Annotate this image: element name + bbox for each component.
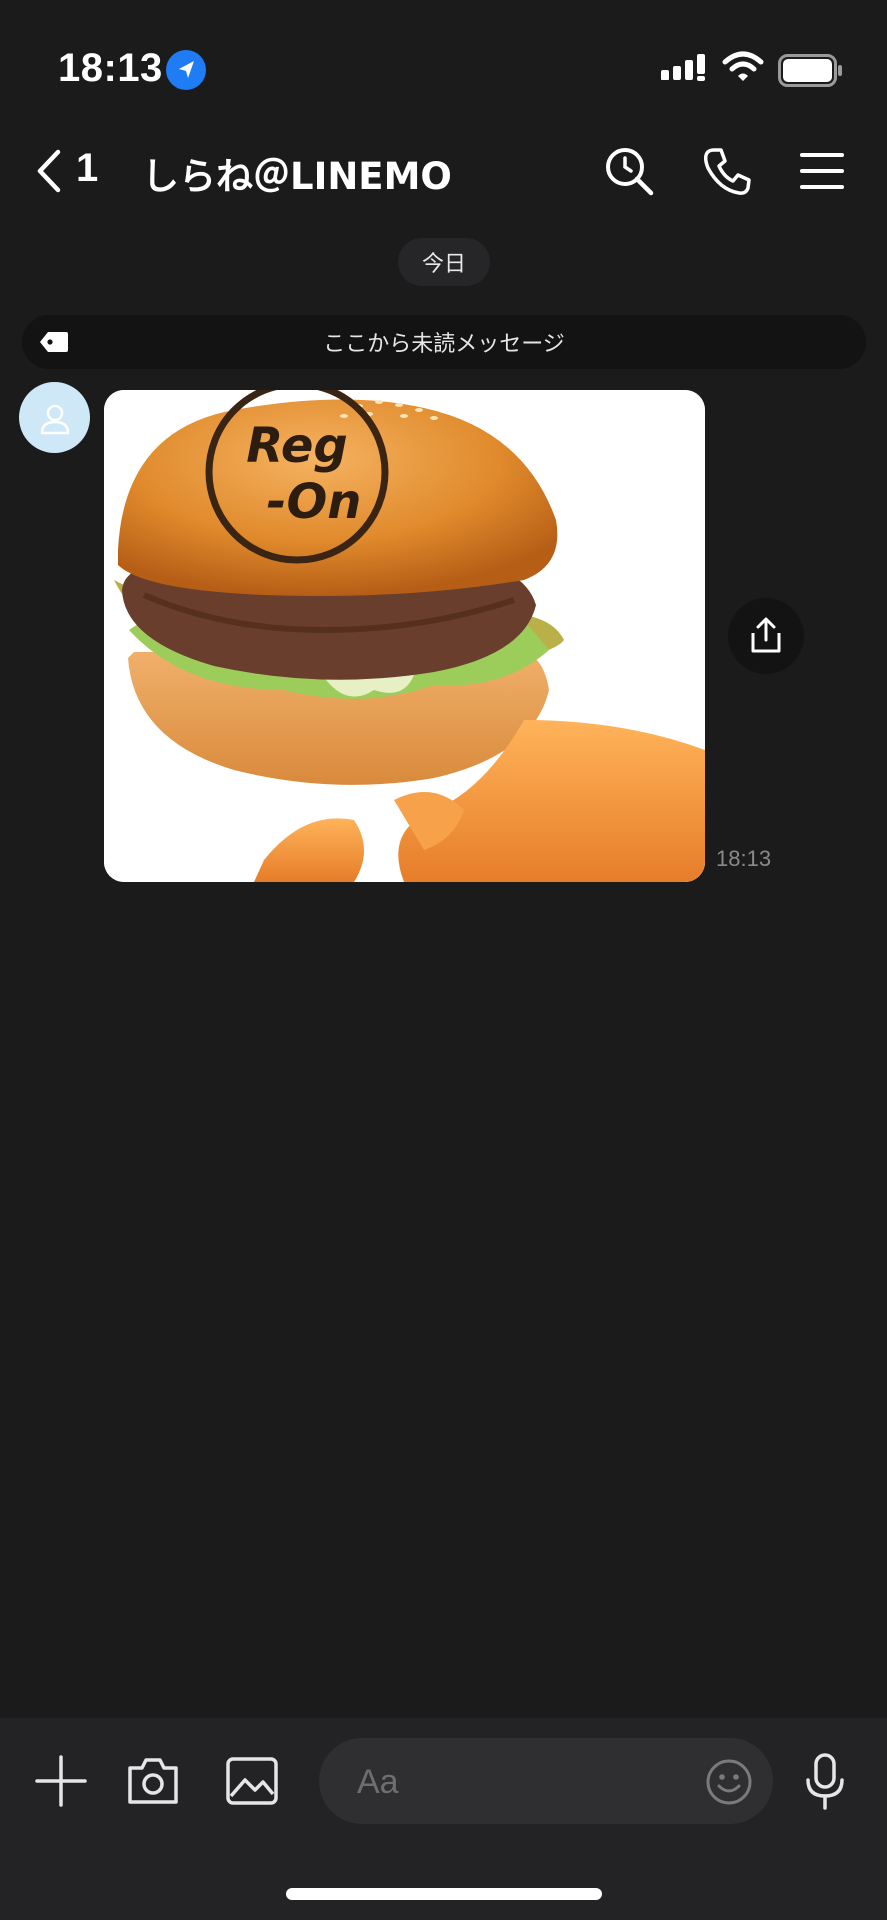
image-message[interactable]: Reg -On [104,390,705,882]
microphone-icon[interactable] [803,1752,847,1812]
search-icon[interactable] [602,144,656,198]
tag-icon [40,332,68,352]
back-unread-count[interactable]: 1 [76,146,98,191]
message-text-field[interactable] [355,1738,689,1826]
share-button[interactable] [728,598,804,674]
burger-photo: Reg -On [104,390,705,882]
home-indicator[interactable] [286,1888,602,1900]
emoji-icon[interactable] [705,1758,753,1806]
camera-icon[interactable] [126,1756,180,1806]
unread-banner-label: ここから未読メッセージ [323,332,565,357]
avatar[interactable] [19,382,90,453]
phone-icon[interactable] [700,144,754,198]
chat-title[interactable]: しらね＠LINEMO [142,146,452,200]
date-separator: 今日 [398,238,490,286]
message-input[interactable] [319,1738,773,1826]
person-icon [40,404,69,434]
wifi-icon [722,51,764,81]
plus-icon[interactable] [34,1754,88,1808]
battery-icon [778,54,842,87]
status-time: 18:13 [58,46,163,90]
svg-text:-On: -On [267,474,362,530]
chat-screen: 18:13 1 しらね＠LINEMO 今日 ここから未読メッセージ Reg -O… [0,0,887,1920]
logo-text: Reg [246,418,347,474]
message-time: 18:13 [716,846,772,871]
location-arrow-icon [166,50,206,90]
share-icon [751,617,781,653]
back-chevron-icon[interactable] [30,146,70,196]
signal-icon [661,54,705,81]
image-icon[interactable] [225,1756,279,1806]
menu-icon[interactable] [795,144,849,198]
unread-banner: ここから未読メッセージ [22,315,866,369]
